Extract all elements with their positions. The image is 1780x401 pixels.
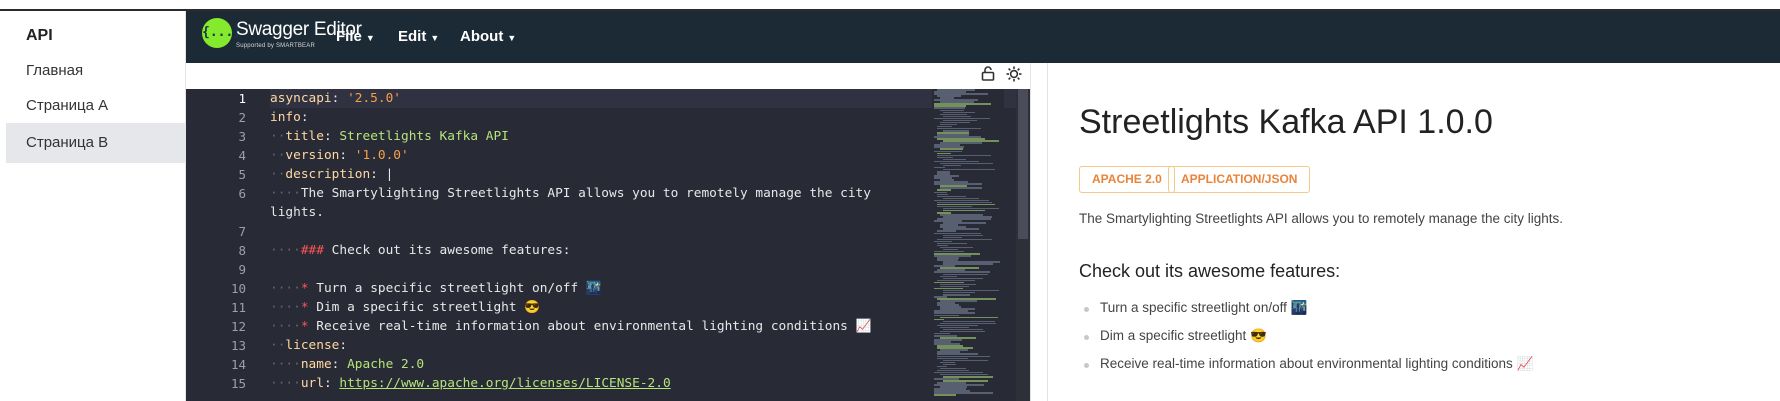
description-text: Turn a specific streetlight on/off 🌃 (316, 281, 602, 296)
line-number: 5 (238, 167, 246, 182)
brand-subtitle: Supported by SMARTBEAR (236, 43, 315, 49)
code-line: ····### Check out its awesome features: (270, 243, 571, 258)
description-text: The Smartylighting Streetlights API allo… (300, 186, 871, 201)
line-number: 14 (230, 357, 246, 372)
yaml-key: title (285, 129, 324, 144)
license-url-link[interactable]: https://www.apache.org/licenses/LICENSE-… (339, 376, 670, 391)
markdown-bullet: * (300, 300, 309, 315)
code-line: ····The Smartylighting Streetlights API … (270, 186, 871, 201)
yaml-key: name (300, 357, 332, 372)
line-number: 8 (238, 243, 246, 258)
caret-down-icon: ▼ (365, 33, 375, 43)
minimap-line (943, 294, 971, 296)
editor-toolbar (186, 63, 1032, 89)
minimap-line (934, 394, 957, 396)
markdown-bullet: * (300, 319, 309, 334)
markdown-heading-mark: ### (300, 243, 324, 258)
sidebar: API Главная Страница A Страница B (6, 11, 186, 401)
line-number: 3 (238, 129, 246, 144)
code-line: ··license: (270, 338, 348, 353)
code-line: info: (270, 110, 309, 125)
yaml-value: '2.5.0' (347, 91, 401, 106)
window-top-edge (0, 0, 1780, 11)
yaml-key: asyncapi (270, 91, 332, 106)
code-line: ····* Receive real-time information abou… (270, 319, 872, 334)
features-heading: Check out its awesome features: (1079, 261, 1341, 281)
description-text: Receive real-time information about envi… (316, 319, 872, 334)
api-title: Streetlights Kafka API 1.0.0 (1079, 103, 1493, 141)
top-navbar: {...} Swagger Editor Supported by SMARTB… (186, 11, 1780, 63)
feature-item: Receive real-time information about envi… (1083, 356, 1534, 371)
code-line: ··title: Streetlights Kafka API (270, 129, 509, 144)
markdown-bullet: * (300, 281, 309, 296)
api-preview-pane: Streetlights Kafka API 1.0.0 APACHE 2.0 … (1048, 63, 1780, 401)
sun-icon[interactable] (1004, 66, 1024, 86)
yaml-key: description (285, 167, 371, 182)
code-editor[interactable]: 1 2 3 4 5 6 7 8 9 10 11 12 13 14 15 asyn… (186, 89, 1030, 401)
description-text: Dim a specific streetlight 😎 (316, 300, 541, 315)
code-line: ··description: | (270, 167, 394, 182)
caret-down-icon: ▼ (507, 33, 517, 43)
yaml-key: license (285, 338, 340, 353)
description-text: lights. (270, 205, 324, 220)
line-number: 13 (230, 338, 246, 353)
content-type-badge: APPLICATION/JSON (1168, 166, 1311, 193)
edit-menu-label: Edit (398, 28, 427, 45)
code-line: ····* Turn a specific streetlight on/off… (270, 281, 602, 296)
line-number: 7 (238, 224, 246, 239)
code-line: ····* Dim a specific streetlight 😎 (270, 300, 541, 315)
caret-down-icon: ▼ (430, 33, 440, 43)
yaml-key: version (285, 148, 340, 163)
line-number: 6 (238, 186, 246, 201)
line-number: 1 (238, 91, 246, 106)
license-badge[interactable]: APACHE 2.0 (1079, 166, 1175, 193)
code-line: asyncapi: '2.5.0' (270, 91, 401, 106)
line-number: 9 (238, 262, 246, 277)
feature-item: Turn a specific streetlight on/off 🌃 (1083, 300, 1308, 315)
scrollbar-thumb[interactable] (1018, 89, 1028, 239)
pane-splitter[interactable] (1030, 63, 1048, 401)
sidebar-item-page-a[interactable]: Страница A (6, 86, 186, 126)
sidebar-title: API (26, 27, 53, 44)
minimap-line (940, 316, 999, 319)
description-text: Check out its awesome features: (331, 243, 571, 258)
line-number: 11 (230, 300, 246, 315)
swagger-logo-icon[interactable]: {...} (202, 18, 241, 48)
line-number-gutter: 1 2 3 4 5 6 7 8 9 10 11 12 13 14 15 (186, 89, 264, 401)
yaml-value: Streetlights Kafka API (339, 129, 509, 144)
line-number: 15 (230, 376, 246, 391)
sidebar-item-page-b[interactable]: Страница B (6, 123, 186, 163)
file-menu[interactable]: File ▼ (336, 11, 375, 63)
line-number: 2 (238, 110, 246, 125)
code-line: ····url: https://www.apache.org/licenses… (270, 376, 671, 391)
api-description: The Smartylighting Streetlights API allo… (1079, 211, 1563, 226)
lock-icon[interactable] (978, 66, 998, 86)
yaml-value: '1.0.0' (354, 148, 409, 163)
file-menu-label: File (336, 28, 362, 45)
line-number: 12 (230, 319, 246, 334)
code-line-wrapped: lights. (270, 203, 324, 222)
sidebar-item-home[interactable]: Главная (6, 51, 186, 91)
yaml-key: url (300, 376, 324, 391)
minimap-line (943, 168, 996, 171)
yaml-value: Apache 2.0 (347, 357, 425, 372)
feature-item: Dim a specific streetlight 😎 (1084, 328, 1267, 343)
line-number: 4 (238, 148, 246, 163)
minimap-line (943, 164, 962, 167)
edit-menu[interactable]: Edit ▼ (398, 11, 439, 63)
about-menu[interactable]: About ▼ (460, 11, 516, 63)
code-minimap[interactable] (932, 89, 1004, 401)
yaml-value: | (385, 167, 394, 182)
code-line: ··version: '1.0.0' (270, 148, 409, 163)
about-menu-label: About (460, 28, 504, 45)
code-line: ····name: Apache 2.0 (270, 357, 425, 372)
line-number: 10 (230, 281, 246, 296)
editor-scrollbar[interactable] (1016, 89, 1030, 401)
yaml-key: info (270, 110, 301, 125)
